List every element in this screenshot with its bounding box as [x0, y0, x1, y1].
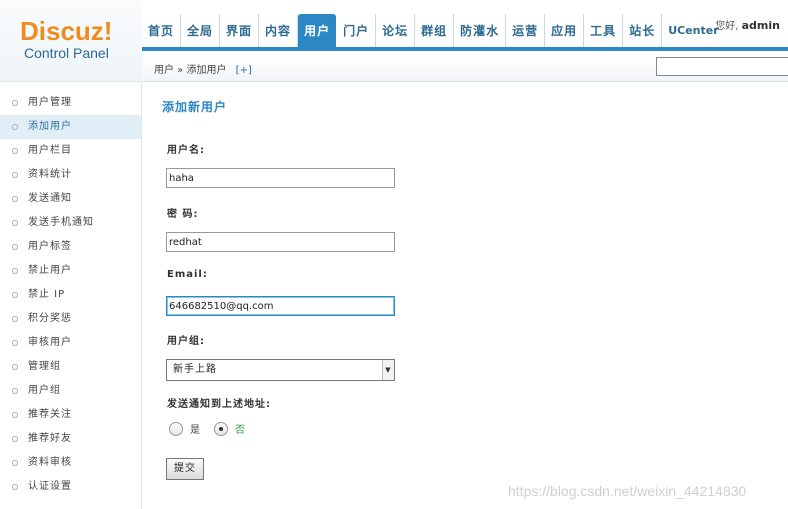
sidebar-item-user-groups[interactable]: 用户组	[0, 379, 141, 403]
sidebar-item-label: 积分奖惩	[28, 313, 72, 324]
sidebar-item-user-management[interactable]: 用户管理	[0, 91, 141, 115]
bullet-icon	[12, 412, 18, 418]
bullet-icon	[12, 124, 18, 130]
nav-item-home[interactable]: 首页	[142, 14, 182, 48]
bullet-icon	[12, 436, 18, 442]
email-input[interactable]	[166, 296, 395, 316]
username-label: 用户名:	[167, 145, 205, 156]
nav-item-global[interactable]: 全局	[181, 14, 221, 48]
user-group-label: 用户组:	[167, 336, 205, 347]
sidebar-item-label: 禁止 IP	[28, 289, 66, 300]
bullet-icon	[12, 340, 18, 346]
notify-yes-radio[interactable]	[169, 421, 183, 436]
sidebar-item-label: 发送通知	[28, 193, 72, 204]
sidebar-item-verification[interactable]: 认证设置	[0, 475, 141, 499]
sidebar-item-recommended-friends[interactable]: 推荐好友	[0, 427, 141, 451]
sub-header-bar: 用户 » 添加用户 [+]	[142, 51, 788, 82]
sidebar-item-label: 禁止用户	[28, 265, 72, 276]
sidebar-item-label: 认证设置	[28, 481, 72, 492]
sidebar-item-ban-user[interactable]: 禁止用户	[0, 259, 141, 283]
nav-item-tools[interactable]: 工具	[584, 14, 624, 48]
password-input[interactable]	[166, 232, 395, 252]
sidebar-item-label: 审核用户	[28, 337, 72, 348]
notify-yes-label: 是	[190, 425, 200, 436]
sidebar-item-label: 用户栏目	[28, 145, 72, 156]
bullet-icon	[12, 364, 18, 370]
sidebar-item-label: 资料统计	[28, 169, 72, 180]
main-content: 添加新用户 用户名: 密 码: Email: 用户组: 新手上路 ▼ 发送通知到…	[143, 82, 788, 509]
nav-item-content[interactable]: 内容	[259, 14, 299, 48]
nav-item-operations[interactable]: 运营	[506, 14, 546, 48]
notify-label: 发送通知到上述地址:	[167, 399, 271, 410]
notify-no-label: 否	[235, 425, 245, 436]
top-nav: 首页 全局 界面 内容 用户 门户 论坛 群组 防灌水 运营 应用 工具 站长 …	[142, 14, 725, 48]
bullet-icon	[12, 460, 18, 466]
bullet-icon	[12, 172, 18, 178]
sidebar-item-send-sms[interactable]: 发送手机通知	[0, 211, 141, 235]
sidebar-item-label: 资料审核	[28, 457, 72, 468]
username-link[interactable]: admin	[742, 19, 780, 32]
nav-item-groups[interactable]: 群组	[415, 14, 455, 48]
logo-text: Discuz!	[20, 16, 113, 46]
add-shortcut-link[interactable]: [+]	[236, 65, 252, 76]
header: Discuz! Control Panel 首页 全局 界面 内容 用户 门户 …	[0, 0, 788, 82]
sidebar-item-user-tags[interactable]: 用户标签	[0, 235, 141, 259]
breadcrumb: 用户 » 添加用户 [+]	[154, 61, 252, 76]
bullet-icon	[12, 268, 18, 274]
bullet-icon	[12, 220, 18, 226]
nav-item-forum[interactable]: 论坛	[376, 14, 416, 48]
bullet-icon	[12, 100, 18, 106]
sidebar-item-label: 发送手机通知	[28, 217, 94, 228]
email-label: Email:	[167, 269, 208, 280]
bullet-icon	[12, 148, 18, 154]
nav-item-antispam[interactable]: 防灌水	[454, 14, 507, 48]
bullet-icon	[12, 196, 18, 202]
bullet-icon	[12, 244, 18, 250]
bullet-icon	[12, 292, 18, 298]
logo-subtitle: Control Panel	[24, 45, 109, 61]
page-title: 添加新用户	[162, 100, 228, 114]
nav-item-apps[interactable]: 应用	[545, 14, 585, 48]
user-group-selected-value: 新手上路	[173, 364, 217, 375]
bullet-icon	[12, 316, 18, 322]
sidebar: 用户管理 添加用户 用户栏目 资料统计 发送通知 发送手机通知 用户标签 禁止用…	[0, 82, 142, 509]
sidebar-item-recommended-follow[interactable]: 推荐关注	[0, 403, 141, 427]
nav-item-interface[interactable]: 界面	[220, 14, 260, 48]
notify-no-radio[interactable]	[214, 421, 228, 436]
nav-item-users[interactable]: 用户	[298, 14, 337, 48]
logo[interactable]: Discuz! Control Panel	[0, 0, 142, 82]
dropdown-arrow-icon[interactable]: ▼	[382, 360, 394, 380]
watermark-text: https://blog.csdn.net/weixin_44214830	[508, 483, 747, 499]
sidebar-item-label: 添加用户	[28, 121, 72, 132]
bullet-icon	[12, 388, 18, 394]
sidebar-item-label: 推荐好友	[28, 433, 72, 444]
notify-radio-group: 是 否	[169, 421, 259, 436]
breadcrumb-text: 用户 » 添加用户	[154, 65, 227, 76]
submit-button[interactable]: 提交	[166, 458, 204, 480]
sidebar-item-profile-stats[interactable]: 资料统计	[0, 163, 141, 187]
sidebar-item-send-notice[interactable]: 发送通知	[0, 187, 141, 211]
sidebar-item-ban-ip[interactable]: 禁止 IP	[0, 283, 141, 307]
sidebar-item-credits[interactable]: 积分奖惩	[0, 307, 141, 331]
search-input[interactable]	[656, 57, 788, 76]
user-info: 您好, admin	[715, 17, 780, 32]
nav-item-portal[interactable]: 门户	[337, 14, 377, 48]
sidebar-item-admin-groups[interactable]: 管理组	[0, 355, 141, 379]
sidebar-item-add-user[interactable]: 添加用户	[0, 115, 141, 139]
sidebar-item-user-columns[interactable]: 用户栏目	[0, 139, 141, 163]
sidebar-item-review-users[interactable]: 审核用户	[0, 331, 141, 355]
sidebar-item-label: 用户管理	[28, 97, 72, 108]
sidebar-item-profile-review[interactable]: 资料审核	[0, 451, 141, 475]
nav-item-webmaster[interactable]: 站长	[623, 14, 663, 48]
sidebar-item-label: 管理组	[28, 361, 61, 372]
password-label: 密 码:	[167, 209, 199, 220]
sidebar-item-label: 用户标签	[28, 241, 72, 252]
user-group-select[interactable]: 新手上路 ▼	[166, 359, 395, 381]
sidebar-item-label: 用户组	[28, 385, 61, 396]
username-input[interactable]	[166, 168, 395, 188]
bullet-icon	[12, 484, 18, 490]
sidebar-item-label: 推荐关注	[28, 409, 72, 420]
greeting-text: 您好,	[715, 21, 739, 32]
